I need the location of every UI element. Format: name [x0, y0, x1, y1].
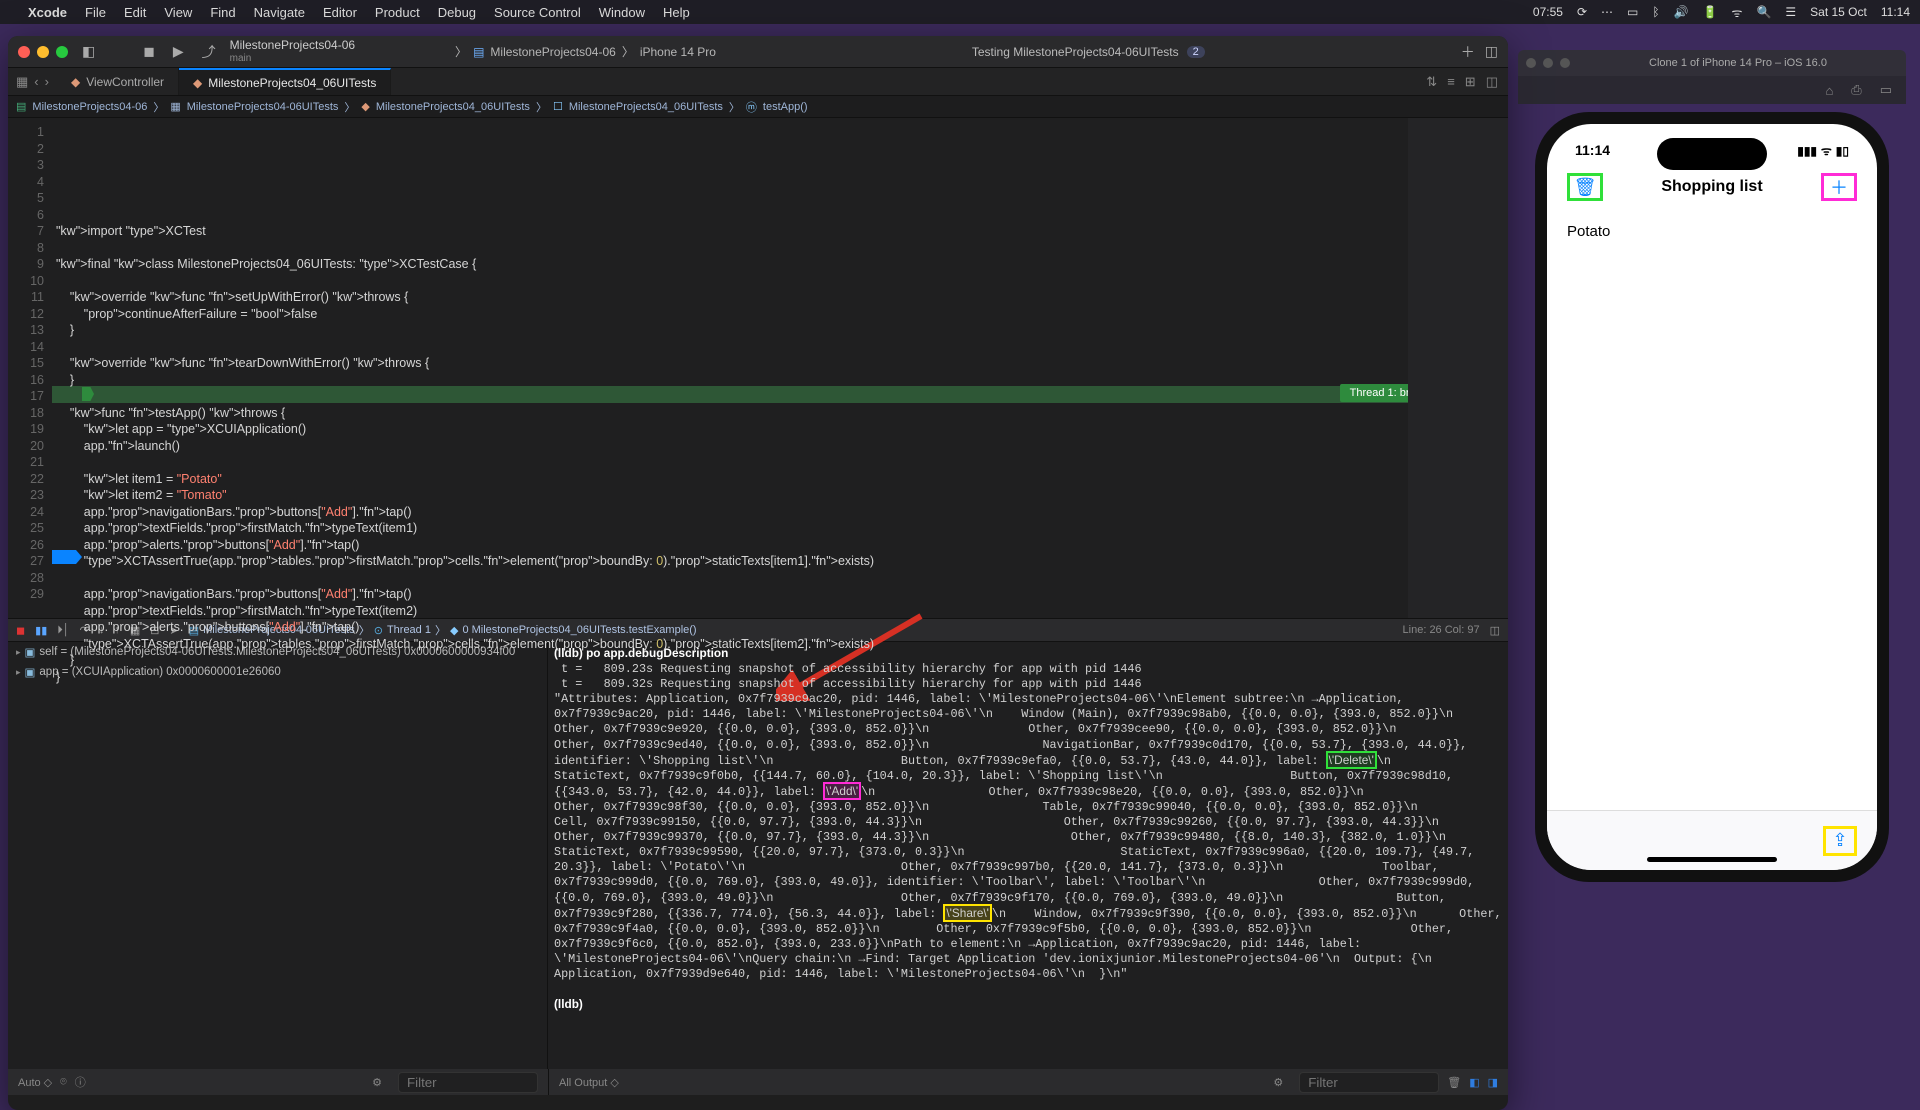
menu-editor[interactable]: Editor — [323, 5, 357, 20]
macos-menubar: Xcode File Edit View Find Navigate Edito… — [0, 0, 1920, 24]
device-frame: 11:14 ▮▮▮ ᯤ ▮▯ 🗑 Shopping list ＋ Potato … — [1535, 112, 1889, 882]
nav-back[interactable]: ‹ — [34, 74, 38, 89]
status-bluetooth-icon[interactable]: ᛒ — [1652, 5, 1659, 19]
ios-time: 11:14 — [1575, 142, 1610, 159]
menu-view[interactable]: View — [164, 5, 192, 20]
menu-source-control[interactable]: Source Control — [494, 5, 581, 20]
activity-status: Testing MilestoneProjects04-06UITests — [972, 45, 1179, 59]
project-name[interactable]: MilestoneProjects04-06 — [230, 39, 355, 52]
status-volume-icon[interactable]: 🔊 — [1674, 5, 1689, 19]
run-button[interactable]: ▶ — [169, 43, 188, 60]
app-menu[interactable]: Xcode — [28, 5, 67, 20]
simulator-window: Clone 1 of iPhone 14 Pro – iOS 16.0 ⌂ ⎙ … — [1518, 50, 1906, 940]
jump-seg[interactable]: testApp() — [763, 101, 808, 113]
jump-seg[interactable]: MilestoneProjects04_06UITests — [569, 101, 723, 113]
status-clock-left: 07:55 — [1533, 5, 1563, 19]
status-sync-icon[interactable]: ⟳ — [1577, 5, 1587, 19]
vars-scope[interactable]: Auto ◇ — [18, 1076, 52, 1089]
tab-label: ViewController — [86, 75, 164, 89]
vars-link-icon[interactable]: ⌾ — [60, 1076, 67, 1089]
menu-navigate[interactable]: Navigate — [254, 5, 305, 20]
run-destination[interactable]: iPhone 14 Pro — [640, 45, 716, 59]
related-items-icon[interactable]: ▦ — [16, 74, 28, 90]
signal-icon: ▮▮▮ — [1797, 144, 1817, 158]
ios-table[interactable]: Potato — [1547, 209, 1877, 254]
device-screen[interactable]: 11:14 ▮▮▮ ᯤ ▮▯ 🗑 Shopping list ＋ Potato … — [1547, 124, 1877, 870]
trash-icon: 🗑 — [1574, 177, 1597, 198]
activity-count-badge: 2 — [1187, 46, 1205, 58]
vars-filter[interactable] — [398, 1072, 538, 1093]
sim-toolbar: ⌂ ⎙ ▭ — [1518, 76, 1906, 104]
tab-label: MilestoneProjects04_06UITests — [208, 76, 376, 90]
wifi-icon: ᯤ — [1821, 144, 1832, 158]
xcode-window: ◧ ◼ ▶ ⤴ MilestoneProjects04-06 main 〉▤ M… — [8, 36, 1508, 1110]
nav-forward[interactable]: › — [45, 74, 49, 89]
status-time[interactable]: 11:14 — [1881, 5, 1910, 19]
scheme-icon[interactable]: ⤴ — [198, 42, 220, 62]
console-trash-icon[interactable]: 🗑 — [1447, 1076, 1461, 1089]
sim-titlebar[interactable]: Clone 1 of iPhone 14 Pro – iOS 16.0 — [1518, 50, 1906, 76]
list-item[interactable]: Potato — [1547, 213, 1877, 250]
menu-window[interactable]: Window — [599, 5, 645, 20]
sim-title-text: Clone 1 of iPhone 14 Pro – iOS 16.0 — [1578, 57, 1898, 69]
status-wifi-icon[interactable]: ᯤ — [1731, 4, 1742, 21]
console-output-scope[interactable]: All Output ◇ — [559, 1076, 619, 1089]
add-button[interactable]: ＋ — [1821, 173, 1857, 201]
console-filter[interactable] — [1299, 1072, 1439, 1093]
editor-add-icon[interactable]: ⊞ — [1465, 74, 1476, 90]
status-search-icon[interactable]: 🔍 — [1756, 5, 1771, 19]
share-icon: ⇪ — [1832, 830, 1847, 851]
variables-view[interactable]: ▸▣self = (MilestoneProjects04-06UITests.… — [8, 642, 548, 1069]
tab-uitests[interactable]: ◆MilestoneProjects04_06UITests — [179, 68, 391, 95]
menu-help[interactable]: Help — [663, 5, 690, 20]
debug-area-footer: Auto ◇ ⌾ ⓘ ⚙︎ All Output ◇ ⚙︎ 🗑 ◧ ◨ — [8, 1069, 1508, 1095]
menu-product[interactable]: Product — [375, 5, 420, 20]
debug-pause-icon[interactable]: ▮▮ — [35, 624, 47, 637]
jump-seg[interactable]: MilestoneProjects04-06 — [32, 101, 147, 113]
home-indicator[interactable] — [1647, 857, 1777, 862]
stop-button[interactable]: ◼ — [139, 43, 159, 60]
scheme-target[interactable]: MilestoneProjects04-06 — [490, 45, 615, 59]
branch-name[interactable]: main — [230, 53, 355, 64]
battery-icon: ▮▯ — [1836, 144, 1849, 158]
delete-button[interactable]: 🗑 — [1567, 173, 1603, 201]
traffic-lights[interactable] — [18, 46, 68, 58]
share-button[interactable]: ⇪ — [1823, 826, 1857, 856]
library-icon[interactable]: ◫ — [1485, 43, 1498, 60]
sim-screenshot-icon[interactable]: ⎙ — [1851, 82, 1861, 98]
tab-viewcontroller[interactable]: ◆ViewController — [57, 68, 179, 95]
status-control-center-icon[interactable]: ☰ — [1785, 5, 1796, 19]
toggle-console-icon[interactable]: ◨ — [1488, 1076, 1498, 1089]
toggle-vars-icon[interactable]: ◧ — [1469, 1076, 1479, 1089]
status-dots-icon[interactable]: ⋯ — [1601, 5, 1613, 19]
status-date[interactable]: Sat 15 Oct — [1810, 5, 1867, 19]
status-battery-icon[interactable]: 🔋 — [1703, 5, 1718, 19]
sim-home-icon[interactable]: ⌂ — [1825, 83, 1833, 98]
menu-debug[interactable]: Debug — [438, 5, 476, 20]
toggle-navigator-icon[interactable]: ◧ — [78, 43, 99, 60]
menu-edit[interactable]: Edit — [124, 5, 146, 20]
gutter[interactable]: 1234567891011121314151617181920212223242… — [8, 118, 52, 618]
nav-title: Shopping list — [1661, 178, 1762, 196]
editor-options-icon[interactable]: ≡ — [1447, 74, 1455, 90]
jump-bar[interactable]: ▤ MilestoneProjects04-06〉 ▦MilestoneProj… — [8, 96, 1508, 118]
jump-seg[interactable]: MilestoneProjects04_06UITests — [376, 101, 530, 113]
status-display-icon[interactable]: ▭ — [1627, 5, 1638, 19]
dynamic-island — [1657, 138, 1767, 170]
titlebar: ◧ ◼ ▶ ⤴ MilestoneProjects04-06 main 〉▤ M… — [8, 36, 1508, 68]
tab-bar: ▦ ‹ › ◆ViewController ◆MilestoneProjects… — [8, 68, 1508, 96]
sim-rotate-icon[interactable]: ▭ — [1880, 82, 1892, 98]
menu-find[interactable]: Find — [210, 5, 235, 20]
lldb-console[interactable]: (lldb) po app.debugDescription t = 809.2… — [548, 642, 1508, 1069]
plus-icon: ＋ — [1830, 174, 1848, 200]
code-area[interactable]: Thread 1: breakpoint 1.1 (1) "kw">import… — [52, 118, 1508, 618]
jump-seg[interactable]: MilestoneProjects04-06UITests — [187, 101, 339, 113]
add-tab-icon[interactable]: ＋ — [1461, 42, 1475, 62]
debug-stop-icon[interactable]: ◼ — [16, 624, 25, 637]
editor-split-icon[interactable]: ◫ — [1486, 74, 1498, 90]
vars-info-icon[interactable]: ⓘ — [75, 1074, 86, 1090]
menu-file[interactable]: File — [85, 5, 106, 20]
editor-sort-icon[interactable]: ⇅ — [1426, 74, 1437, 90]
code-editor[interactable]: 1234567891011121314151617181920212223242… — [8, 118, 1508, 618]
